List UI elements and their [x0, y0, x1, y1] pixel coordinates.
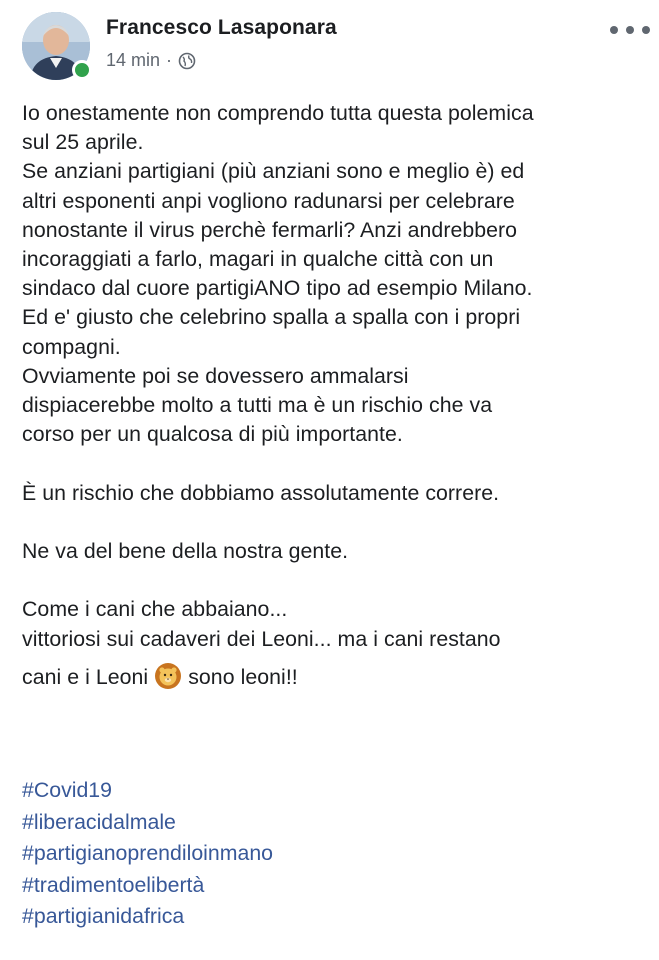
more-dot [642, 26, 650, 34]
text-line: dispiacerebbe molto a tutti ma è un risc… [22, 393, 493, 418]
text-line-with-emoji: cani e i Leoni sono leoni!! [22, 662, 652, 692]
text-line: Ne va del bene della nostra gente. [22, 539, 349, 564]
hashtag-link[interactable]: #partigianoprendiloinmano [22, 838, 652, 870]
text-line: È un rischio che dobbiamo assolutamente … [22, 480, 500, 505]
globe-icon[interactable] [178, 52, 196, 70]
more-options-button[interactable] [610, 20, 650, 40]
timestamp[interactable]: 14 min [106, 50, 160, 71]
hashtag-link[interactable]: #Covid19 [22, 775, 652, 807]
post-meta: 14 min · [106, 50, 196, 71]
text-line: sul 25 aprile. [22, 130, 144, 155]
hashtag-link[interactable]: #partigianidafrica [22, 901, 652, 933]
hashtag-link[interactable]: #liberacidalmale [22, 807, 652, 839]
author-name[interactable]: Francesco Lasaponara [106, 16, 337, 40]
meta-separator: · [166, 50, 173, 70]
post-header: Francesco Lasaponara 14 min · [0, 0, 659, 90]
text-line: Ed e' giusto che celebrino spalla a spal… [22, 305, 521, 330]
text-line: vittoriosi sui cadaveri dei Leoni... ma … [22, 626, 501, 651]
text-line: corso per un qualcosa di più importante. [22, 422, 403, 447]
text-line: Io onestamente non comprendo tutta quest… [22, 101, 534, 125]
text-line: altri esponenti anpi vogliono radunarsi … [22, 188, 515, 213]
online-status-indicator [72, 60, 92, 80]
text-line: incoraggiati a farlo, magari in qualche … [22, 247, 494, 272]
text-line: Ovviamente poi se dovessero ammalarsi [22, 363, 409, 388]
hashtag-link[interactable]: #tradimentoelibertà [22, 870, 652, 902]
text-line: nonostante il virus perchè fermarli? Anz… [22, 217, 518, 242]
lion-face-emoji [154, 662, 182, 690]
more-dot [610, 26, 618, 34]
text-fragment: sono leoni!! [188, 664, 298, 689]
text-fragment: cani e i Leoni [22, 664, 149, 689]
text-line: sindaco dal cuore partigiANO tipo ad ese… [22, 276, 533, 301]
more-dot [626, 26, 634, 34]
post-text: Io onestamente non comprendo tutta quest… [22, 99, 652, 692]
text-line: compagni. [22, 334, 121, 359]
hashtag-list: #Covid19 #liberacidalmale #partigianopre… [22, 775, 652, 933]
text-line: Come i cani che abbaiano... [22, 597, 288, 622]
text-line: Se anziani partigiani (più anziani sono … [22, 159, 525, 184]
